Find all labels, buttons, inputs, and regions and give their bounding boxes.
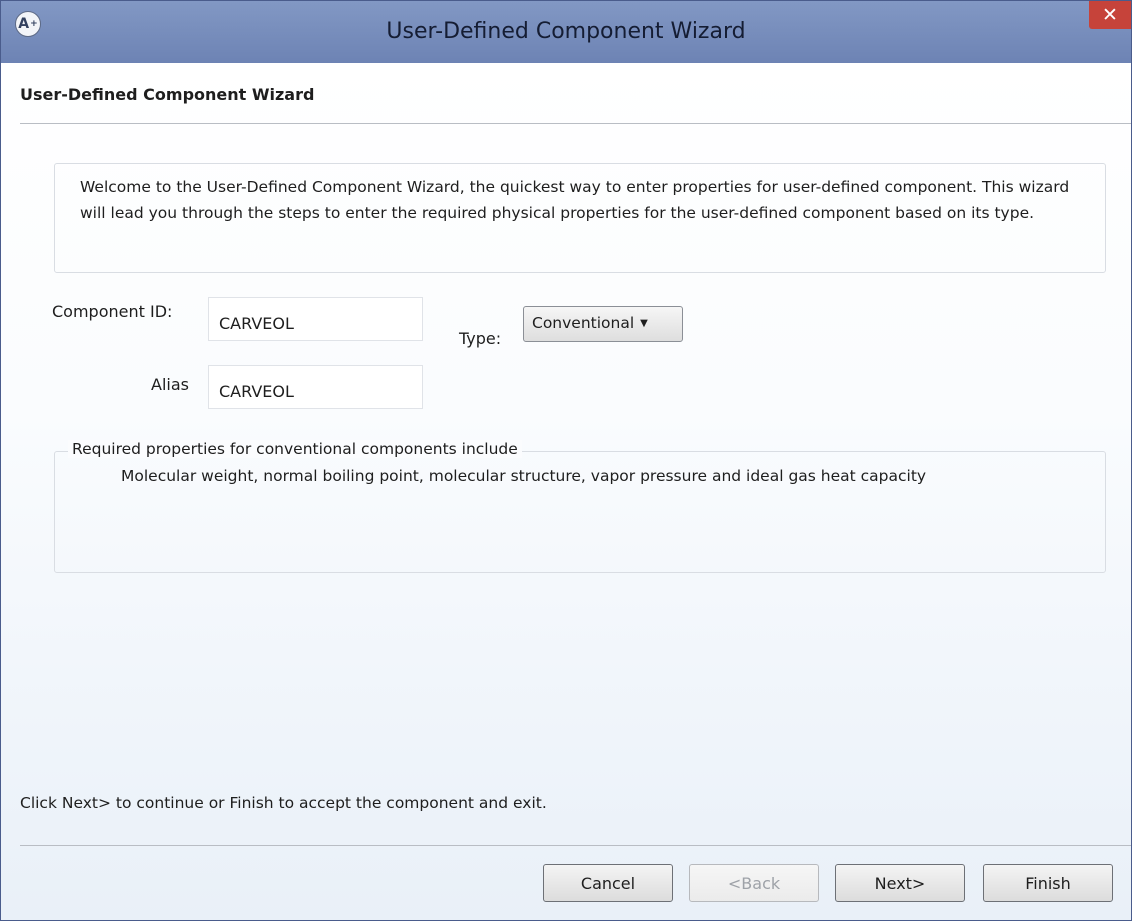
title-bar[interactable]: A + User-Defined Component Wizard ✕ — [1, 1, 1131, 64]
window-title: User-Defined Component Wizard — [386, 19, 746, 44]
close-button[interactable]: ✕ — [1089, 1, 1131, 29]
header-divider — [20, 123, 1131, 124]
required-properties-legend: Required properties for conventional com… — [68, 440, 522, 458]
type-label: Type: — [459, 329, 502, 348]
cancel-button[interactable]: Cancel — [543, 864, 673, 902]
type-selected-value: Conventional — [532, 314, 635, 332]
alias-label: Alias — [151, 375, 189, 394]
dropdown-arrow-icon: ▼ — [640, 318, 648, 329]
finish-button[interactable]: Finish — [983, 864, 1113, 902]
page-title: User-Defined Component Wizard — [20, 85, 315, 104]
component-id-label: Component ID: — [52, 302, 173, 321]
footer-message: Click Next> to continue or Finish to acc… — [20, 794, 547, 812]
alias-input[interactable] — [208, 365, 423, 409]
back-button[interactable]: <Back — [689, 864, 819, 902]
wizard-content: User-Defined Component Wizard Welcome to… — [1, 63, 1131, 920]
component-id-input[interactable] — [208, 297, 423, 341]
close-icon: ✕ — [1102, 4, 1118, 26]
type-dropdown[interactable]: Conventional ▼ — [523, 306, 683, 342]
required-properties-text: Molecular weight, normal boiling point, … — [121, 467, 927, 485]
wizard-window: A + User-Defined Component Wizard ✕ User-… — [0, 0, 1132, 921]
footer-divider — [20, 845, 1131, 846]
next-button[interactable]: Next> — [835, 864, 965, 902]
required-properties-group: Required properties for conventional com… — [54, 440, 1106, 573]
welcome-message: Welcome to the User-Defined Component Wi… — [54, 163, 1106, 273]
